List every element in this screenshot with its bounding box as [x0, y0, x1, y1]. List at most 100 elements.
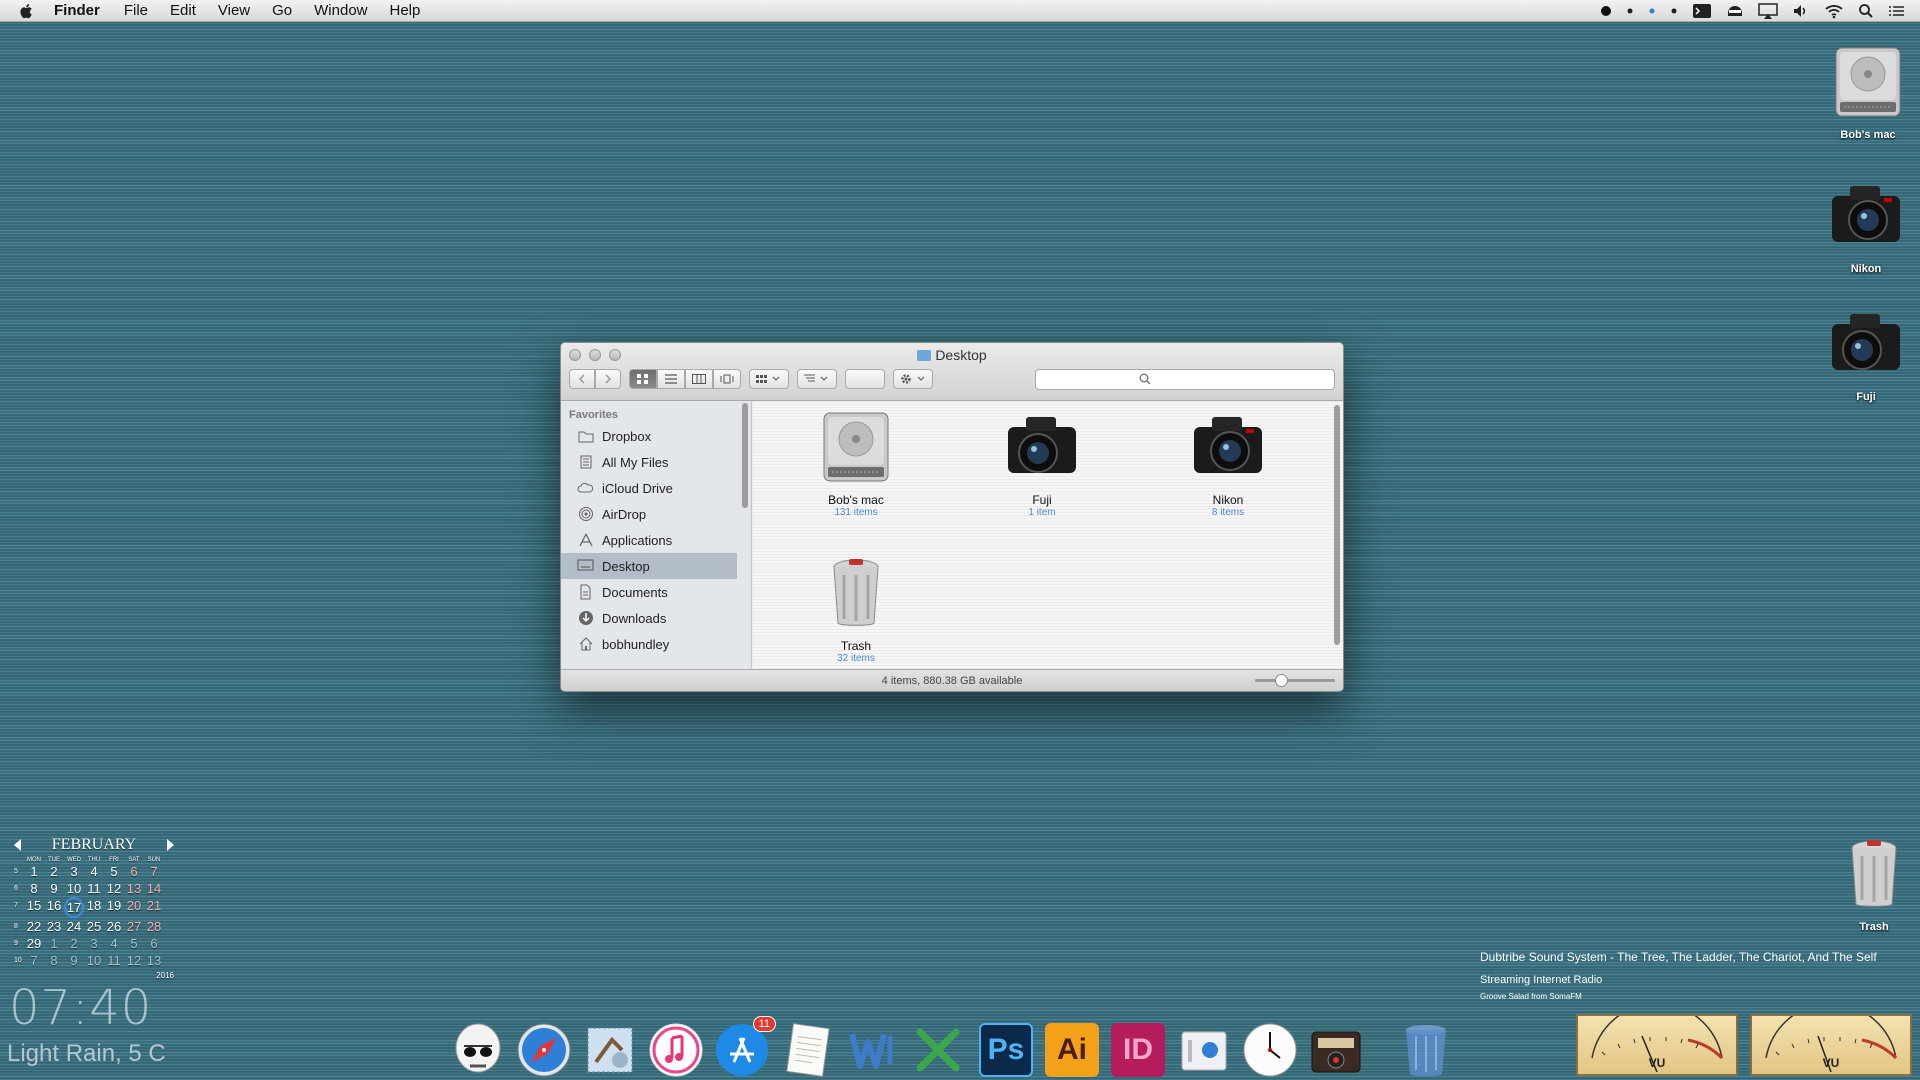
dock-trash[interactable] — [1396, 1020, 1456, 1080]
sidebar-item-applications[interactable]: Applications — [561, 527, 751, 553]
calendar-day[interactable]: 10 — [84, 952, 104, 969]
desktop-icon-trash[interactable]: Trash — [1824, 836, 1920, 933]
menu-edit[interactable]: Edit — [170, 2, 196, 19]
calendar-day[interactable]: 7 — [144, 863, 164, 880]
calendar-day[interactable]: 8 — [44, 952, 64, 969]
calendar-day[interactable]: 26 — [104, 918, 124, 935]
spotlight-icon[interactable] — [1858, 3, 1874, 19]
calendar-day[interactable]: 6 — [144, 935, 164, 952]
calendar-day[interactable]: 20 — [124, 897, 144, 918]
dock-stormtrooper[interactable] — [448, 1020, 508, 1080]
calendar-day[interactable]: 11 — [84, 880, 104, 897]
calendar-day[interactable]: 3 — [84, 935, 104, 952]
calendar-day[interactable]: 11 — [104, 952, 124, 969]
search-input[interactable] — [1036, 369, 1334, 389]
file-item-trash[interactable]: Trash 32 items — [791, 555, 921, 664]
small-dot-icon[interactable] — [1626, 7, 1634, 15]
dock-itunes[interactable] — [646, 1020, 706, 1080]
sort-button[interactable] — [797, 369, 837, 389]
calendar-day[interactable]: 2 — [44, 863, 64, 880]
icon-view-button[interactable] — [629, 369, 657, 389]
share-button[interactable] — [845, 369, 885, 389]
content-scrollbar[interactable] — [1334, 405, 1340, 645]
calendar-day[interactable]: 17 — [64, 897, 84, 918]
sidebar-item-bobhundley[interactable]: bobhundley — [561, 631, 751, 657]
tiny-dot-icon[interactable] — [1670, 7, 1678, 15]
calendar-day[interactable]: 5 — [104, 863, 124, 880]
next-month-icon[interactable] — [167, 839, 174, 851]
calendar-day[interactable]: 8 — [24, 880, 44, 897]
calendar-day[interactable]: 19 — [104, 897, 124, 918]
airplay-icon[interactable] — [1758, 3, 1778, 19]
calendar-day[interactable]: 12 — [124, 952, 144, 969]
dock-clock[interactable] — [1240, 1020, 1300, 1080]
search-field[interactable] — [1035, 368, 1335, 390]
calendar-day[interactable]: 5 — [124, 935, 144, 952]
terminal-icon[interactable] — [1692, 3, 1712, 19]
dock-word[interactable] — [844, 1020, 904, 1080]
dock-safari[interactable] — [514, 1020, 574, 1080]
dock-system-info[interactable] — [1174, 1020, 1234, 1080]
menu-help[interactable]: Help — [390, 2, 421, 19]
list-view-button[interactable] — [657, 369, 685, 389]
menu-app-name[interactable]: Finder — [54, 2, 100, 19]
menu-view[interactable]: View — [218, 2, 250, 19]
file-item-bobs-mac[interactable]: Bob's mac 131 items — [791, 409, 921, 518]
calendar-day[interactable]: 13 — [144, 952, 164, 969]
file-item-nikon[interactable]: Nikon 8 items — [1163, 409, 1293, 518]
cover-flow-button[interactable] — [713, 369, 741, 389]
calendar-day[interactable]: 1 — [24, 863, 44, 880]
dock-excel[interactable] — [910, 1020, 970, 1080]
calendar-day[interactable]: 27 — [124, 918, 144, 935]
menu-go[interactable]: Go — [272, 2, 292, 19]
dock-radio[interactable] — [1306, 1020, 1366, 1080]
calendar-day[interactable]: 21 — [144, 897, 164, 918]
forward-button[interactable] — [595, 369, 621, 389]
calendar-day[interactable]: 28 — [144, 918, 164, 935]
calendar-day[interactable]: 4 — [104, 935, 124, 952]
calendar-day[interactable]: 9 — [44, 880, 64, 897]
window-titlebar[interactable]: Desktop — [561, 343, 1343, 401]
calendar-day[interactable]: 14 — [144, 880, 164, 897]
menu-window[interactable]: Window — [314, 2, 367, 19]
icon-size-slider[interactable] — [1255, 674, 1335, 687]
arrange-button[interactable] — [749, 369, 789, 389]
calendar-day[interactable]: 1 — [44, 935, 64, 952]
previous-month-icon[interactable] — [14, 839, 21, 851]
calendar-day[interactable]: 13 — [124, 880, 144, 897]
wifi-icon[interactable] — [1824, 3, 1844, 19]
dock-illustrator[interactable]: Ai — [1042, 1020, 1102, 1080]
calendar-day[interactable]: 29 — [24, 935, 44, 952]
calendar-day[interactable]: 2 — [64, 935, 84, 952]
calendar-day[interactable]: 7 — [24, 952, 44, 969]
calendar-day[interactable]: 10 — [64, 880, 84, 897]
volume-icon[interactable] — [1792, 3, 1810, 19]
apple-menu-icon[interactable] — [18, 2, 36, 20]
calendar-day[interactable]: 6 — [124, 863, 144, 880]
dock-mail[interactable] — [580, 1020, 640, 1080]
file-item-fuji[interactable]: Fuji 1 item — [977, 409, 1107, 518]
dock-textedit[interactable] — [778, 1020, 838, 1080]
calendar-day[interactable]: 25 — [84, 918, 104, 935]
blue-dot-icon[interactable] — [1648, 7, 1656, 15]
sidebar-item-dropbox[interactable]: Dropbox — [561, 423, 751, 449]
dock-photoshop[interactable]: Ps — [976, 1020, 1036, 1080]
notification-center-icon[interactable] — [1888, 3, 1906, 19]
sidebar-item-desktop[interactable]: Desktop — [561, 553, 737, 579]
calendar-day[interactable]: 3 — [64, 863, 84, 880]
column-view-button[interactable] — [685, 369, 713, 389]
sidebar-item-documents[interactable]: Documents — [561, 579, 751, 605]
sidebar-item-downloads[interactable]: Downloads — [561, 605, 751, 631]
back-button[interactable] — [569, 369, 595, 389]
calendar-day[interactable]: 16 — [44, 897, 64, 918]
dock-indesign[interactable]: ID — [1108, 1020, 1168, 1080]
calendar-day[interactable]: 12 — [104, 880, 124, 897]
calendar-day[interactable]: 23 — [44, 918, 64, 935]
slider-knob[interactable] — [1275, 674, 1289, 687]
calendar-day[interactable]: 18 — [84, 897, 104, 918]
calendar-day[interactable]: 4 — [84, 863, 104, 880]
dock-app-store[interactable]: 11 — [712, 1016, 776, 1080]
record-dot-icon[interactable] — [1600, 5, 1612, 17]
sidebar-item-airdrop[interactable]: AirDrop — [561, 501, 751, 527]
sidebar-item-icloud-drive[interactable]: iCloud Drive — [561, 475, 751, 501]
